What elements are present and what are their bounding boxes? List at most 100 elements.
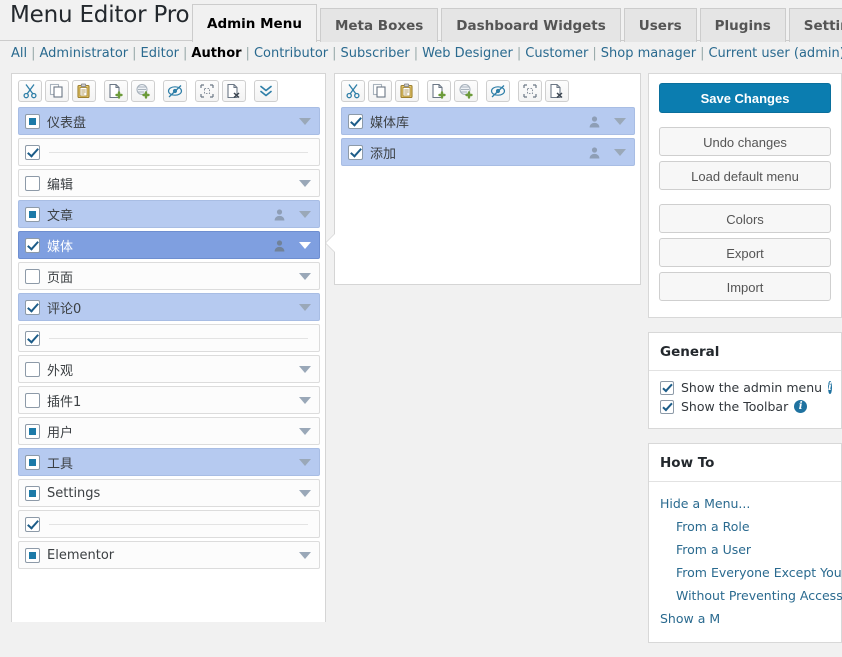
chevron-down-icon[interactable]	[298, 180, 312, 187]
menu-item-row[interactable]: 工具	[18, 448, 320, 476]
chevron-down-icon[interactable]	[298, 118, 312, 125]
role-link-contributor[interactable]: Contributor	[254, 46, 328, 61]
howto-link[interactable]: Without Preventing Access	[660, 584, 830, 607]
menu-item-row[interactable]: 仪表盘	[18, 107, 320, 135]
paste-icon[interactable]	[72, 80, 96, 102]
role-link-author[interactable]: Author	[191, 46, 241, 61]
cut-icon[interactable]	[341, 80, 365, 102]
menu-item-checkbox[interactable]	[25, 362, 40, 377]
tab-dashboard-widgets[interactable]: Dashboard Widgets	[441, 8, 621, 42]
menu-separator-row[interactable]	[18, 324, 320, 352]
menu-item-checkbox[interactable]	[25, 300, 40, 315]
menu-item-row[interactable]: 用户	[18, 417, 320, 445]
sort-icon[interactable]	[195, 80, 219, 102]
tab-meta-boxes[interactable]: Meta Boxes	[320, 8, 438, 42]
menu-item-row[interactable]: 编辑	[18, 169, 320, 197]
general-option-row[interactable]: Show the Toolbari	[660, 399, 830, 414]
toggle-visibility-icon[interactable]	[486, 80, 510, 102]
menu-item-row[interactable]: 文章	[18, 200, 320, 228]
chevron-down-icon[interactable]	[298, 242, 312, 249]
cut-icon[interactable]	[18, 80, 42, 102]
role-link-web-designer[interactable]: Web Designer	[422, 46, 513, 61]
undo-changes-button[interactable]: Undo changes	[659, 127, 831, 156]
tab-users[interactable]: Users	[624, 8, 697, 42]
delete-menu-icon[interactable]	[222, 80, 246, 102]
howto-link[interactable]: From Everyone Except You	[660, 561, 830, 584]
menu-item-row[interactable]: 页面	[18, 262, 320, 290]
role-link-subscriber[interactable]: Subscriber	[341, 46, 410, 61]
menu-item-row[interactable]: 媒体库	[341, 107, 635, 135]
menu-item-row[interactable]: Elementor	[18, 541, 320, 569]
colors-button[interactable]: Colors	[659, 204, 831, 233]
paste-icon[interactable]	[395, 80, 419, 102]
general-option-checkbox[interactable]	[660, 400, 674, 414]
menu-item-checkbox[interactable]	[25, 486, 40, 501]
menu-item-checkbox[interactable]	[25, 238, 40, 253]
menu-item-row[interactable]: Settings	[18, 479, 320, 507]
menu-item-label: 编辑	[47, 174, 298, 193]
role-link-customer[interactable]: Customer	[525, 46, 588, 61]
chevron-down-icon[interactable]	[298, 552, 312, 559]
menu-item-checkbox[interactable]	[25, 455, 40, 470]
toggle-visibility-icon[interactable]	[163, 80, 187, 102]
chevron-down-icon[interactable]	[298, 211, 312, 218]
sort-icon[interactable]	[518, 80, 542, 102]
delete-menu-icon[interactable]	[545, 80, 569, 102]
menu-item-checkbox[interactable]	[25, 145, 40, 160]
info-icon[interactable]: i	[794, 400, 807, 413]
chevron-down-icon[interactable]	[298, 366, 312, 373]
menu-item-checkbox[interactable]	[25, 393, 40, 408]
tab-plugins[interactable]: Plugins	[700, 8, 786, 42]
info-icon[interactable]: i	[828, 381, 832, 394]
menu-item-row[interactable]: 添加	[341, 138, 635, 166]
tab-settings[interactable]: Settings	[789, 8, 842, 42]
menu-item-checkbox[interactable]	[25, 424, 40, 439]
menu-item-checkbox[interactable]	[348, 145, 363, 160]
new-menu-icon[interactable]	[427, 80, 451, 102]
menu-item-row[interactable]: 插件1	[18, 386, 320, 414]
general-option-row[interactable]: Show the admin menui	[660, 380, 830, 395]
menu-separator-row[interactable]	[18, 510, 320, 538]
chevron-down-icon[interactable]	[298, 397, 312, 404]
howto-link[interactable]: From a User	[660, 538, 830, 561]
role-link-current-user-admin[interactable]: Current user (admin)	[708, 46, 842, 61]
chevron-down-icon[interactable]	[298, 273, 312, 280]
menu-item-checkbox[interactable]	[25, 176, 40, 191]
howto-link[interactable]: Show a M	[660, 607, 830, 630]
menu-item-row[interactable]: 媒体	[18, 231, 320, 259]
chevron-down-icon[interactable]	[613, 118, 627, 125]
menu-item-checkbox[interactable]	[348, 114, 363, 129]
chevron-down-icon[interactable]	[613, 149, 627, 156]
role-link-shop-manager[interactable]: Shop manager	[601, 46, 696, 61]
chevron-down-icon[interactable]	[298, 304, 312, 311]
new-separator-icon[interactable]	[454, 80, 478, 102]
menu-item-checkbox[interactable]	[25, 269, 40, 284]
load-default-menu-button[interactable]: Load default menu	[659, 161, 831, 190]
menu-item-checkbox[interactable]	[25, 114, 40, 129]
howto-link[interactable]: From a Role	[660, 515, 830, 538]
chevron-down-icon[interactable]	[298, 459, 312, 466]
menu-item-row[interactable]: 外观	[18, 355, 320, 383]
new-separator-icon[interactable]	[131, 80, 155, 102]
save-changes-button[interactable]: Save Changes	[659, 83, 831, 113]
new-menu-icon[interactable]	[104, 80, 128, 102]
general-option-checkbox[interactable]	[660, 381, 674, 395]
copy-icon[interactable]	[45, 80, 69, 102]
chevron-down-icon[interactable]	[298, 490, 312, 497]
export-button[interactable]: Export	[659, 238, 831, 267]
chevron-down-icon[interactable]	[298, 428, 312, 435]
howto-link[interactable]: Hide a Menu...	[660, 492, 830, 515]
role-link-all[interactable]: All	[11, 46, 27, 61]
menu-item-checkbox[interactable]	[25, 331, 40, 346]
menu-item-row[interactable]: 评论0	[18, 293, 320, 321]
copy-icon[interactable]	[368, 80, 392, 102]
menu-item-checkbox[interactable]	[25, 207, 40, 222]
menu-item-checkbox[interactable]	[25, 517, 40, 532]
tab-admin-menu[interactable]: Admin Menu	[192, 4, 317, 42]
role-link-editor[interactable]: Editor	[141, 46, 179, 61]
menu-separator-row[interactable]	[18, 138, 320, 166]
menu-item-checkbox[interactable]	[25, 548, 40, 563]
import-button[interactable]: Import	[659, 272, 831, 301]
show-all-icon[interactable]	[254, 80, 278, 102]
role-link-administrator[interactable]: Administrator	[40, 46, 129, 61]
